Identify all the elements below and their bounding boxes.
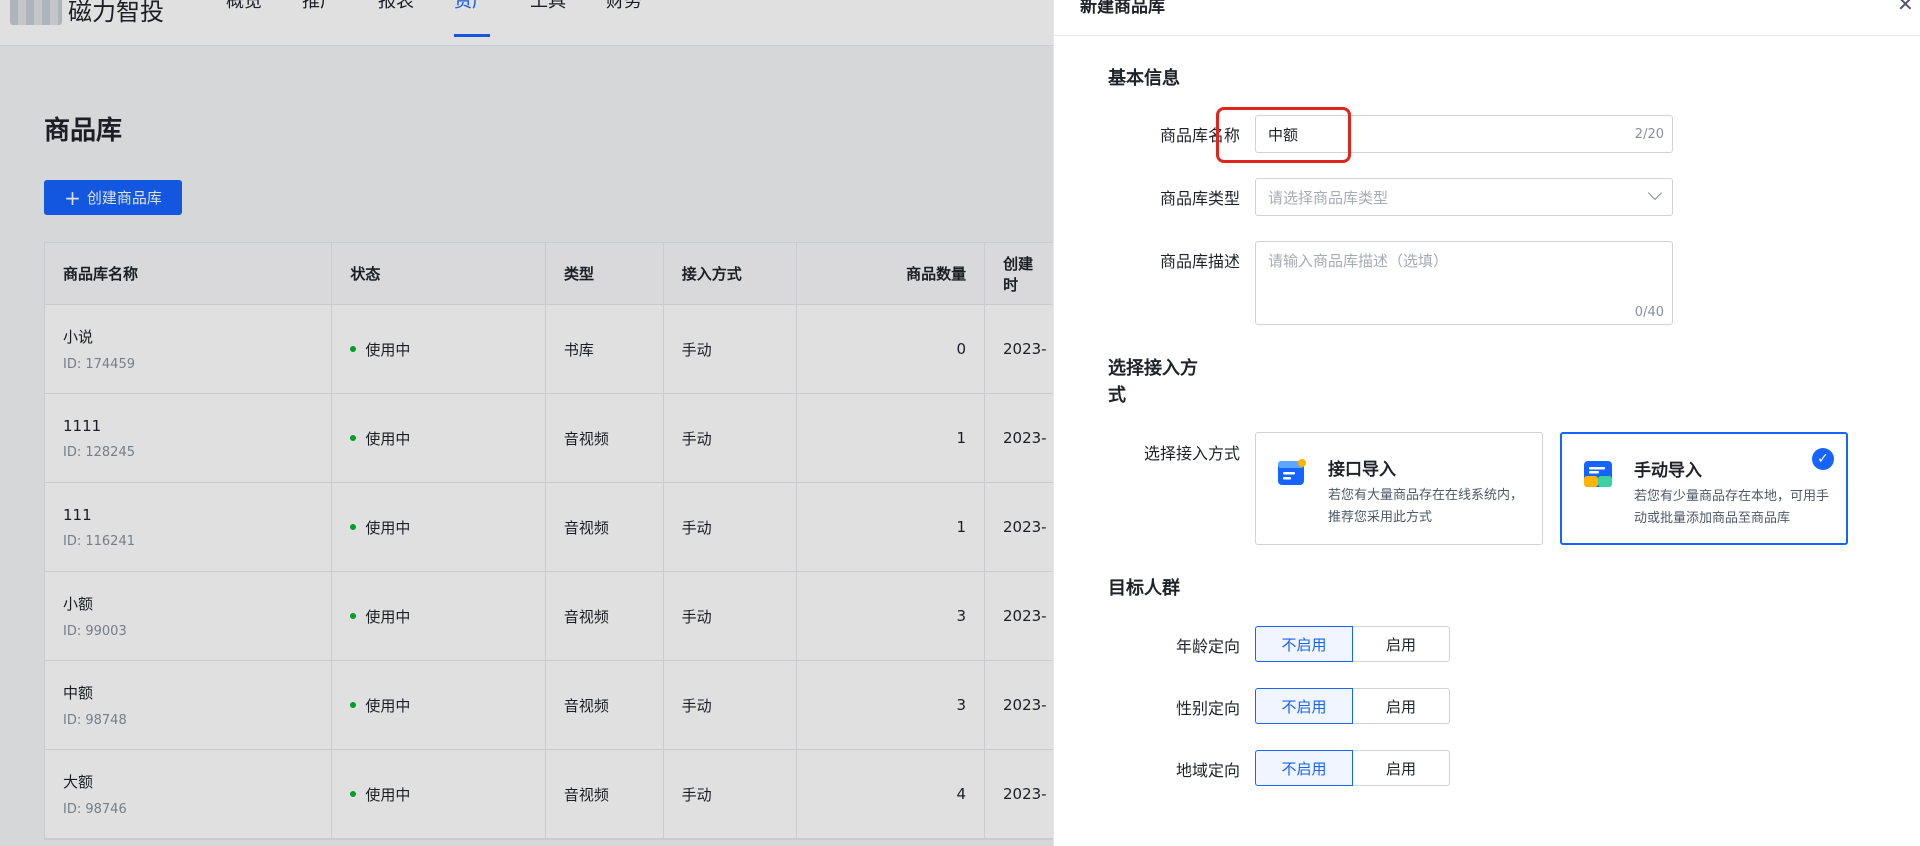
- manual-import-icon: [1584, 461, 1612, 487]
- api-card-desc: 若您有大量商品存在在线系统内，推荐您采用此方式: [1328, 488, 1524, 525]
- drawer-title: 新建商品库: [1080, 0, 1165, 17]
- access-card-manual[interactable]: 手动导入 若您有少量商品存在本地，可用手动或批量添加商品至商品库 ✓: [1560, 432, 1848, 545]
- type-label: 商品库类型: [1159, 189, 1240, 208]
- desc-char-count: 0/40: [1634, 305, 1664, 320]
- gender-label: 性别定向: [1175, 699, 1240, 718]
- access-card-api[interactable]: 接口导入 若您有大量商品存在在线系统内，推荐您采用此方式: [1255, 432, 1543, 545]
- region-targeting-toggle: 不启用 启用: [1255, 750, 1450, 786]
- gender-targeting-toggle: 不启用 启用: [1255, 688, 1450, 724]
- access-label: 选择接入方式: [1143, 444, 1240, 463]
- api-import-icon: [1278, 459, 1306, 485]
- drawer-header: 新建商品库 ✕: [1054, 0, 1920, 36]
- manual-card-title: 手动导入: [1634, 461, 1702, 481]
- desc-placeholder: 请输入商品库描述（选填）: [1268, 252, 1449, 270]
- chevron-down-icon: [1647, 185, 1663, 201]
- checkmark-icon: ✓: [1812, 448, 1834, 470]
- section-access-line1: 选择接入方: [1108, 358, 1198, 379]
- region-off-option[interactable]: 不启用: [1255, 750, 1353, 786]
- modal-overlay[interactable]: [0, 0, 1053, 846]
- manual-card-desc: 若您有少量商品存在本地，可用手动或批量添加商品至商品库: [1634, 489, 1830, 526]
- desc-label: 商品库描述: [1159, 252, 1240, 271]
- region-label: 地域定向: [1175, 761, 1240, 780]
- api-card-title: 接口导入: [1328, 460, 1396, 480]
- gender-off-option[interactable]: 不启用: [1255, 688, 1353, 724]
- age-on-option[interactable]: 启用: [1352, 626, 1450, 662]
- section-target-audience: 目标人群: [1108, 578, 1180, 599]
- age-off-option[interactable]: 不启用: [1255, 626, 1353, 662]
- section-basic-info: 基本信息: [1108, 68, 1180, 89]
- app-root: 磁力智投 概览 推广 报表 资产 工具 财务 商品库 + 创建商品库 商品库名称…: [0, 0, 1920, 846]
- close-icon[interactable]: ✕: [1897, 0, 1914, 16]
- type-placeholder: 请选择商品库类型: [1268, 188, 1389, 207]
- section-access-line2: 式: [1108, 385, 1126, 406]
- library-type-select[interactable]: 请选择商品库类型: [1255, 178, 1673, 216]
- age-targeting-toggle: 不启用 启用: [1255, 626, 1450, 662]
- annotation-highlight-box: [1216, 107, 1351, 163]
- gender-on-option[interactable]: 启用: [1352, 688, 1450, 724]
- name-char-count: 2/20: [1634, 126, 1664, 142]
- library-desc-textarea[interactable]: 请输入商品库描述（选填） 0/40: [1255, 241, 1673, 325]
- name-label: 商品库名称: [1159, 126, 1240, 145]
- new-library-drawer: 新建商品库 ✕ 基本信息 商品库名称 中额 2/20 商品库类型 请选择商品库类…: [1053, 0, 1920, 846]
- age-label: 年龄定向: [1175, 637, 1240, 656]
- region-on-option[interactable]: 启用: [1352, 750, 1450, 786]
